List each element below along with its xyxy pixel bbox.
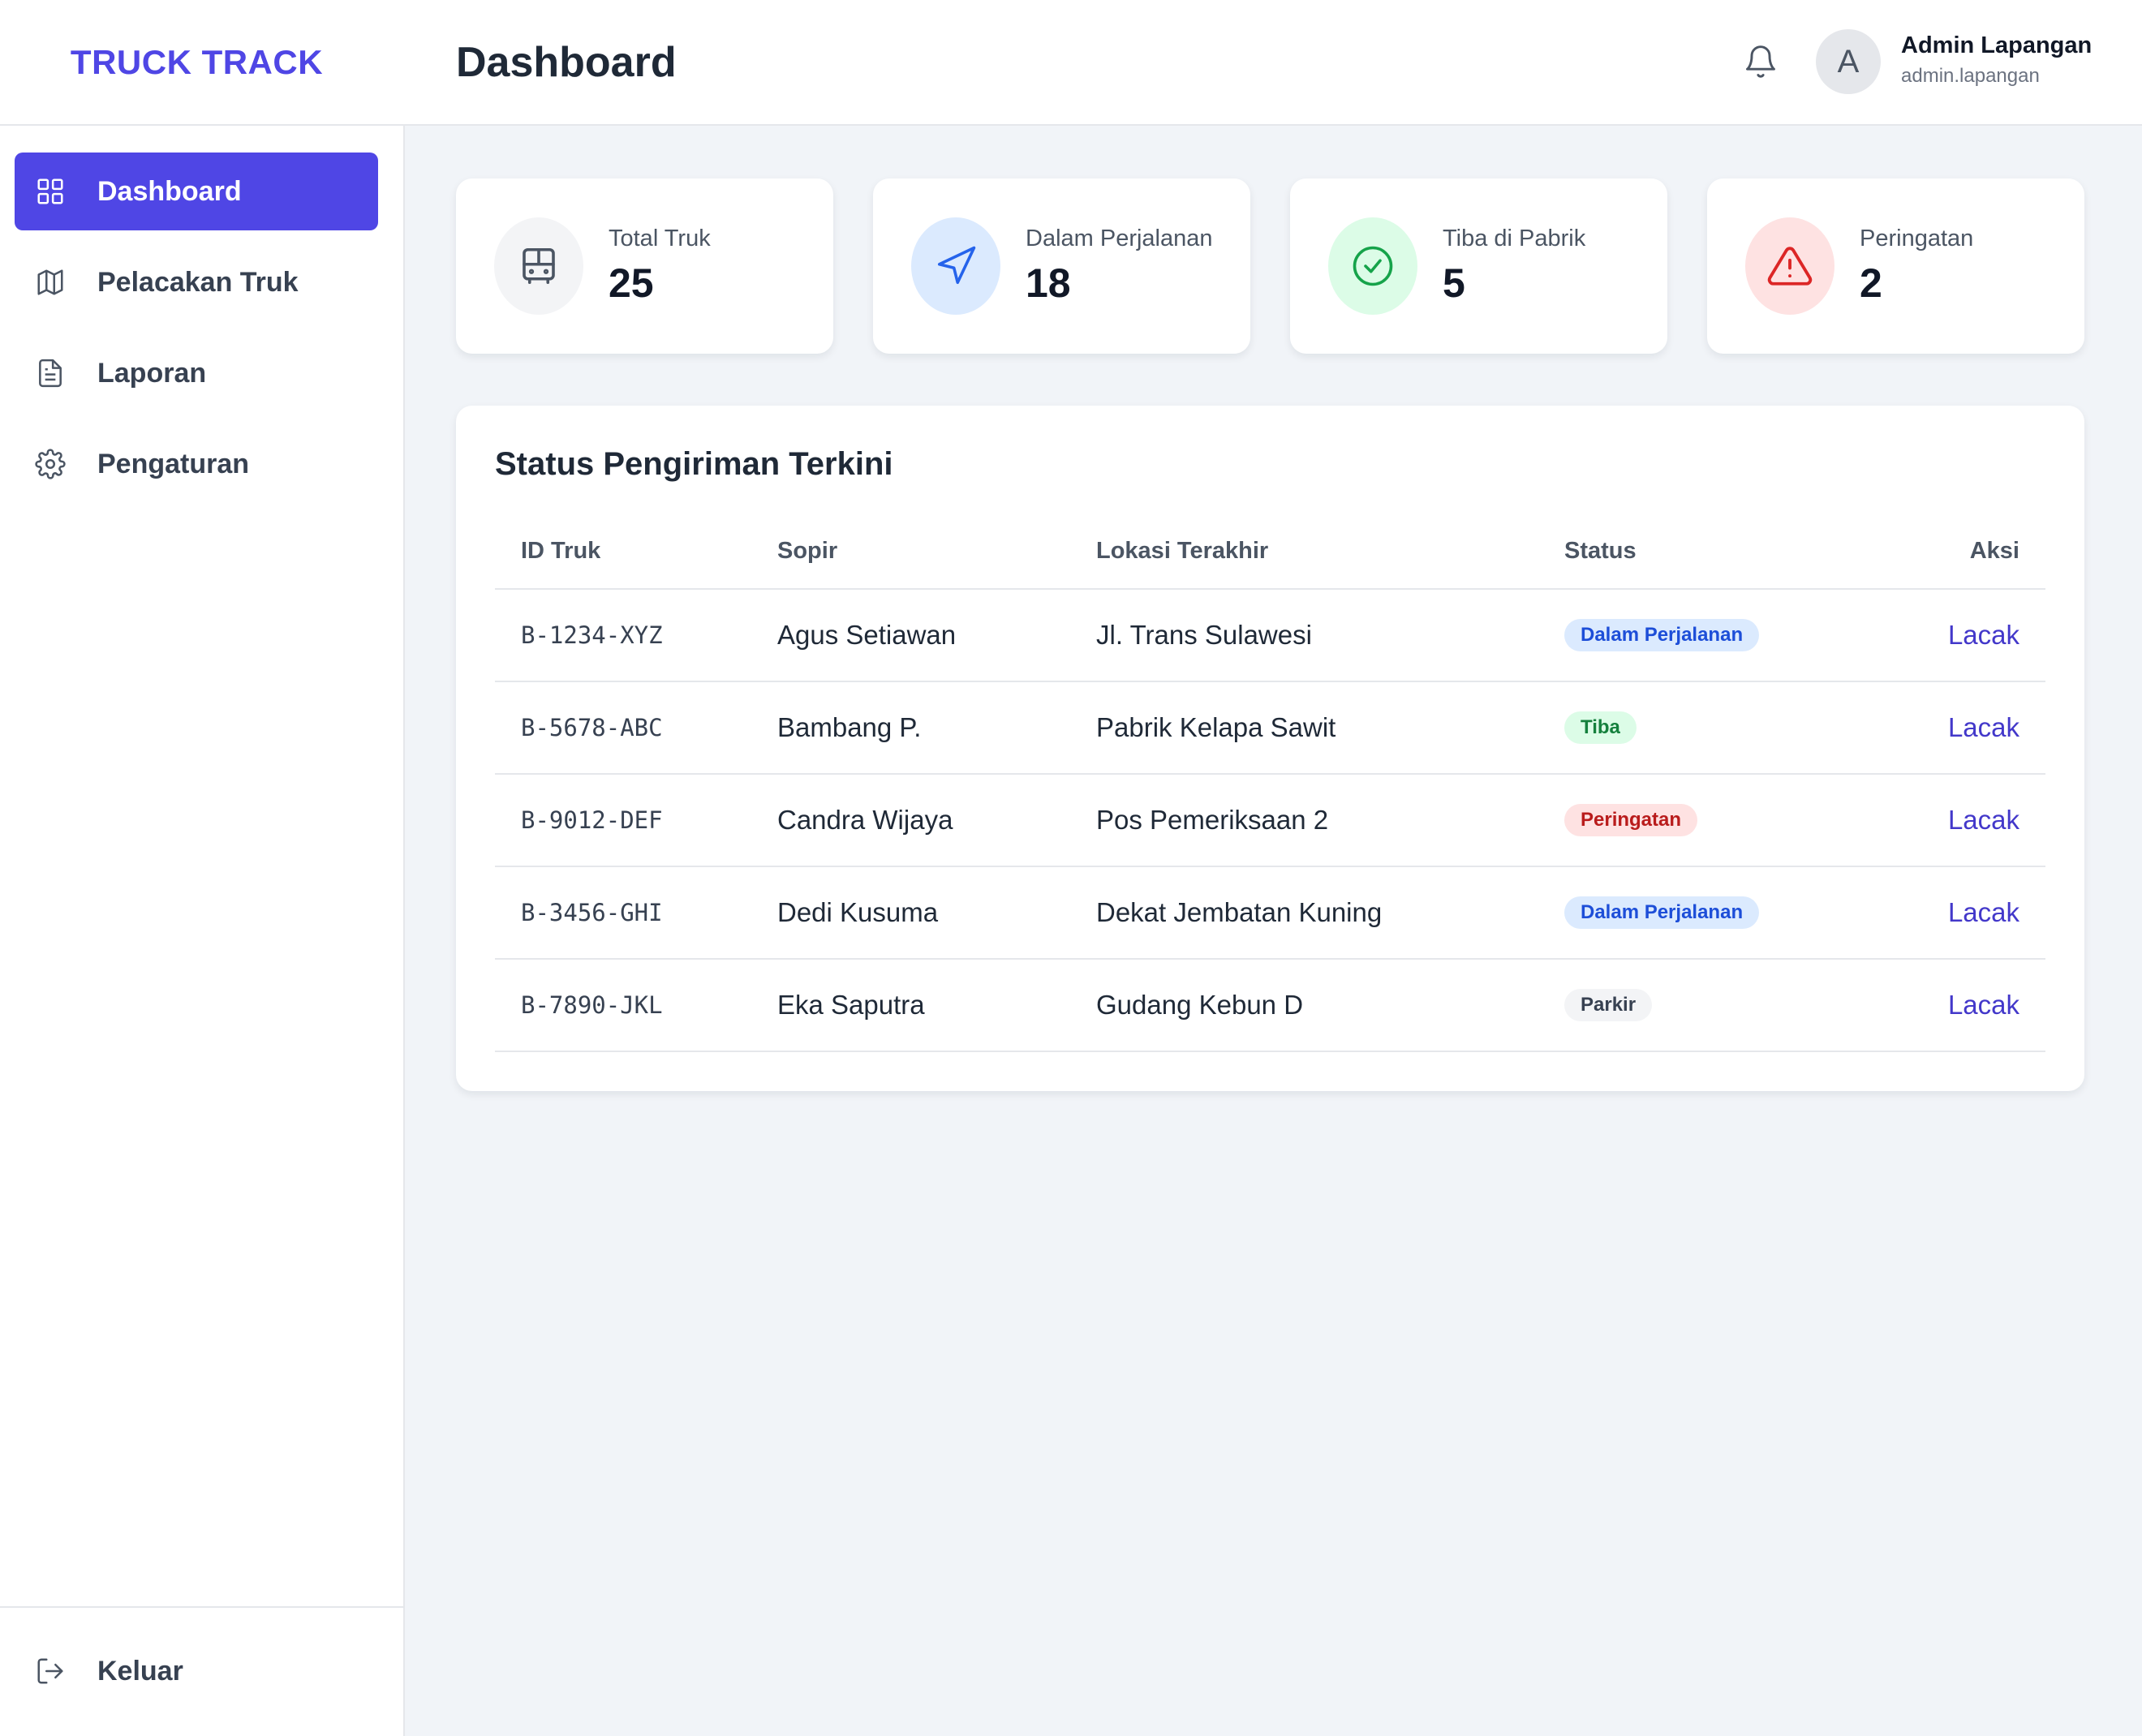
driver-name: Dedi Kusuma (777, 897, 939, 927)
column-header-driver: Sopir (777, 538, 838, 564)
last-location: Jl. Trans Sulawesi (1096, 620, 1312, 650)
gear-icon (34, 448, 67, 480)
navigation-icon (911, 217, 1000, 315)
last-location: Pos Pemeriksaan 2 (1096, 805, 1329, 835)
last-location: Pabrik Kelapa Sawit (1096, 712, 1336, 742)
sidebar-item-label: Pelacakan Truk (97, 266, 299, 298)
sidebar-item-label: Laporan (97, 357, 207, 389)
track-link[interactable]: Lacak (1948, 590, 2019, 681)
check-circle-icon (1328, 217, 1417, 315)
sidebar-divider (0, 1606, 403, 1608)
stat-label: Tiba di Pabrik (1443, 226, 1586, 251)
truck-id: B-9012-DEF (521, 806, 663, 834)
stat-value: 5 (1443, 260, 1465, 306)
truck-id: B-7890-JKL (521, 991, 663, 1019)
stat-value: 18 (1026, 260, 1071, 306)
track-link[interactable]: Lacak (1948, 867, 2019, 958)
logout-button[interactable]: Keluar (15, 1632, 378, 1710)
table-row: B-9012-DEF Candra Wijaya Pos Pemeriksaan… (495, 775, 2045, 867)
stat-card-dalam-perjalanan: Dalam Perjalanan 18 (873, 178, 1250, 354)
panel-title: Status Pengiriman Terkini (495, 446, 893, 482)
track-link[interactable]: Lacak (1948, 960, 2019, 1051)
status-badge: Dalam Perjalanan (1564, 619, 1760, 651)
sidebar: Dashboard Pelacakan Truk Laporan Pengatu… (0, 126, 405, 1736)
notification-bell-icon[interactable] (1736, 37, 1785, 86)
sidebar-item-pelacakan-truk[interactable]: Pelacakan Truk (15, 243, 378, 321)
document-icon (34, 357, 67, 389)
column-header-action: Aksi (1969, 538, 2019, 564)
sidebar-item-label: Dashboard (97, 175, 242, 207)
sidebar-item-dashboard[interactable]: Dashboard (15, 153, 378, 230)
alert-triangle-icon (1745, 217, 1834, 315)
driver-name: Eka Saputra (777, 990, 925, 1020)
table-row: B-1234-XYZ Agus Setiawan Jl. Trans Sulaw… (495, 590, 2045, 682)
column-header-status: Status (1564, 538, 1637, 564)
sidebar-item-pengaturan[interactable]: Pengaturan (15, 425, 378, 503)
stat-card-tiba-di-pabrik: Tiba di Pabrik 5 (1290, 178, 1667, 354)
avatar[interactable]: A (1816, 29, 1881, 94)
last-location: Gudang Kebun D (1096, 990, 1304, 1020)
driver-name: Candra Wijaya (777, 805, 953, 835)
last-location: Dekat Jembatan Kuning (1096, 897, 1383, 927)
truck-id: B-1234-XYZ (521, 621, 663, 649)
page-title: Dashboard (456, 38, 677, 86)
user-handle: admin.lapangan (1901, 65, 2040, 87)
track-link[interactable]: Lacak (1948, 682, 2019, 773)
logout-label: Keluar (97, 1655, 183, 1687)
status-badge: Parkir (1564, 989, 1653, 1021)
stat-label: Peringatan (1860, 226, 1974, 251)
truck-id: B-3456-GHI (521, 899, 663, 926)
logout-icon (34, 1655, 67, 1687)
column-header-location: Lokasi Terakhir (1096, 538, 1269, 564)
status-badge: Tiba (1564, 711, 1637, 744)
column-header-id: ID Truk (521, 538, 601, 564)
track-link[interactable]: Lacak (1948, 775, 2019, 866)
stat-card-peringatan: Peringatan 2 (1707, 178, 2084, 354)
bus-icon (494, 217, 583, 315)
stat-value: 2 (1860, 260, 1882, 306)
truck-id: B-5678-ABC (521, 714, 663, 741)
grid-icon (34, 175, 67, 208)
sidebar-item-laporan[interactable]: Laporan (15, 334, 378, 412)
shipment-status-panel: Status Pengiriman Terkini ID Truk Sopir … (456, 406, 2084, 1091)
status-badge: Dalam Perjalanan (1564, 896, 1760, 929)
stat-label: Total Truk (609, 226, 711, 251)
map-icon (34, 266, 67, 299)
table-row: B-3456-GHI Dedi Kusuma Dekat Jembatan Ku… (495, 867, 2045, 960)
user-name: Admin Lapangan (1901, 32, 2093, 58)
table-row: B-7890-JKL Eka Saputra Gudang Kebun D Pa… (495, 960, 2045, 1052)
driver-name: Agus Setiawan (777, 620, 957, 650)
sidebar-item-label: Pengaturan (97, 448, 250, 479)
stat-value: 25 (609, 260, 654, 306)
stat-card-total-truk: Total Truk 25 (456, 178, 833, 354)
app-logo[interactable]: TRUCK TRACK (0, 0, 394, 124)
stat-label: Dalam Perjalanan (1026, 226, 1213, 251)
top-header: TRUCK TRACK Dashboard A Admin Lapangan a… (0, 0, 2142, 126)
status-badge: Peringatan (1564, 804, 1698, 836)
table-row: B-5678-ABC Bambang P. Pabrik Kelapa Sawi… (495, 682, 2045, 775)
driver-name: Bambang P. (777, 712, 922, 742)
